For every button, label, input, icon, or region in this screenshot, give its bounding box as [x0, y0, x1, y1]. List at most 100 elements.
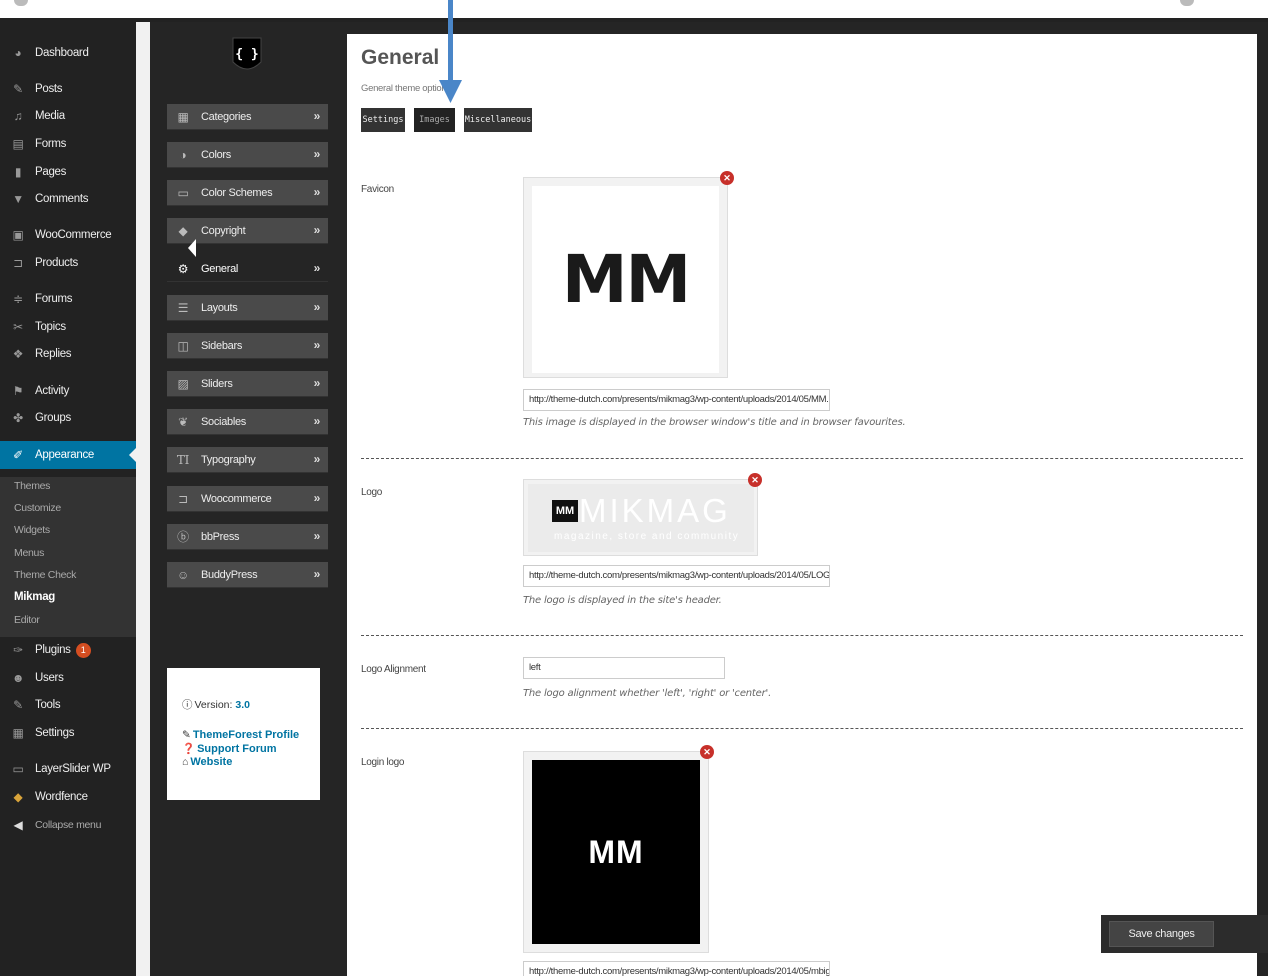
submenu-mikmag[interactable]: Mikmag	[14, 591, 55, 603]
logo-alignment-input[interactable]: left	[523, 657, 725, 679]
chevron-right-icon: »	[313, 147, 321, 161]
menu-item-posts[interactable]: ✎ Posts	[0, 77, 136, 101]
menu-item-woocommerce[interactable]: ▣ WooCommerce	[0, 223, 136, 247]
nav-categories[interactable]: ▦ Categories »	[167, 104, 328, 130]
forms-icon: ▤	[12, 137, 24, 151]
menu-item-plugins[interactable]: ✑ Plugins 1	[0, 638, 136, 662]
menu-item-wordfence[interactable]: ◆ Wordfence	[0, 785, 136, 809]
login-logo-label: Login logo	[361, 757, 405, 768]
menu-item-groups[interactable]: ✤ Groups	[0, 406, 136, 430]
forums-icon: ≑	[13, 292, 23, 306]
logo-remove-icon[interactable]: ✕	[748, 473, 762, 487]
menu-item-dashboard[interactable]: ◕ Dashboard	[0, 41, 136, 65]
logo-image: MM MIKMAG magazine, store and community	[528, 484, 754, 552]
menu-item-layerslider[interactable]: ▭ LayerSlider WP	[0, 757, 136, 781]
nav-sliders[interactable]: ▨ Sliders »	[167, 371, 328, 397]
wrench-icon: ✎	[13, 698, 23, 712]
twitter-icon: ❦	[178, 414, 188, 429]
pages-icon: ▮	[14, 165, 22, 179]
tab-miscellaneous[interactable]: Miscellaneous	[464, 108, 532, 132]
menu-item-products[interactable]: ⊐ Products	[0, 251, 136, 275]
comments-icon: ▼	[12, 192, 24, 206]
contrast-icon: ◑	[179, 147, 187, 162]
login-logo-url-input[interactable]: http://theme-dutch.com/presents/mikmag3/…	[523, 961, 830, 976]
cart-icon: ⊐	[178, 491, 188, 506]
submenu-menus[interactable]: Menus	[14, 547, 44, 559]
login-logo-remove-icon[interactable]: ✕	[700, 745, 714, 759]
page-title: General	[361, 46, 440, 69]
menu-item-appearance[interactable]: ✐ Appearance	[0, 441, 136, 469]
chevron-right-icon: »	[313, 529, 321, 543]
options-main-panel: General General theme options Settings I…	[344, 22, 1268, 976]
favicon-remove-icon[interactable]: ✕	[720, 171, 734, 185]
support-forum-link[interactable]: Support Forum	[197, 743, 276, 755]
chevron-right-icon: »	[313, 223, 321, 237]
svg-text:{ }: { }	[235, 47, 258, 62]
logo-label: Logo	[361, 487, 383, 498]
bbpress-icon: ⓑ	[177, 530, 189, 544]
nav-woocommerce[interactable]: ⊐ Woocommerce »	[167, 486, 328, 512]
submenu-customize[interactable]: Customize	[14, 502, 61, 514]
menu-item-users[interactable]: ☻ Users	[0, 666, 136, 690]
collapse-icon: ◀	[13, 818, 23, 832]
list-icon: ☰	[177, 300, 189, 315]
pin-icon: ✎	[13, 82, 23, 96]
menu-item-forms[interactable]: ▤ Forms	[0, 132, 136, 156]
save-changes-button[interactable]: Save changes	[1109, 921, 1214, 947]
logo-url-input[interactable]: http://theme-dutch.com/presents/mikmag3/…	[523, 565, 830, 587]
nav-layouts[interactable]: ☰ Layouts »	[167, 295, 328, 321]
annotation-arrow	[439, 0, 462, 103]
submenu-themes[interactable]: Themes	[14, 480, 50, 492]
menu-item-comments[interactable]: ▼ Comments	[0, 187, 136, 211]
version-info: ⓘ Version: 3.0	[182, 698, 250, 712]
menu-item-topics[interactable]: ✂ Topics	[0, 315, 136, 339]
menu-item-tools[interactable]: ✎ Tools	[0, 693, 136, 717]
submenu-widgets[interactable]: Widgets	[14, 524, 50, 536]
dashboard-icon: ◕	[14, 46, 22, 60]
favicon-image: MM	[532, 186, 719, 373]
cogs-icon: ⚙	[177, 261, 189, 276]
nav-colors[interactable]: ◑ Colors »	[167, 142, 328, 168]
nav-bbpress[interactable]: ⓑ bbPress »	[167, 524, 328, 550]
menu-item-media[interactable]: ♫ Media	[0, 104, 136, 128]
buddypress-icon: ☺	[177, 567, 189, 582]
tab-images[interactable]: Images	[414, 108, 455, 132]
favicon-url-input[interactable]: http://theme-dutch.com/presents/mikmag3/…	[523, 389, 830, 411]
nav-typography[interactable]: TI Typography »	[167, 447, 328, 473]
menu-item-replies[interactable]: ❖ Replies	[0, 342, 136, 366]
nav-color-schemes[interactable]: ▭ Color Schemes »	[167, 180, 328, 206]
chevron-right-icon: »	[313, 491, 321, 505]
tab-settings[interactable]: Settings	[361, 108, 405, 132]
submenu-theme-check[interactable]: Theme Check	[14, 569, 76, 581]
website-link[interactable]: Website	[190, 756, 232, 768]
menu-item-pages[interactable]: ▮ Pages	[0, 160, 136, 184]
brush-icon: ✐	[13, 448, 23, 462]
login-logo-image: MM	[532, 760, 700, 944]
menu-item-forums[interactable]: ≑ Forums	[0, 287, 136, 311]
menu-item-activity[interactable]: ⚑ Activity	[0, 379, 136, 403]
favicon-help-text: This image is displayed in the browser w…	[523, 417, 906, 428]
grid-icon: ▦	[177, 109, 189, 124]
activity-icon: ⚑	[12, 384, 24, 398]
logo-preview: MM MIKMAG magazine, store and community	[523, 479, 758, 556]
cart-icon: ⊐	[13, 256, 23, 270]
account-avatar-icon[interactable]	[1180, 0, 1194, 6]
wordfence-icon: ◆	[13, 790, 23, 804]
nav-sociables[interactable]: ❦ Sociables »	[167, 409, 328, 435]
settings-icon: ▦	[12, 726, 24, 740]
topics-icon: ✂	[13, 320, 23, 334]
chevron-right-icon: »	[313, 414, 321, 428]
text-icon: TI	[176, 452, 190, 467]
themeforest-profile-link[interactable]: ThemeForest Profile	[193, 729, 299, 741]
menu-item-settings[interactable]: ▦ Settings	[0, 721, 136, 745]
nav-general[interactable]: ⚙ General »	[167, 256, 328, 282]
submenu-editor[interactable]: Editor	[14, 614, 40, 626]
groups-icon: ✤	[13, 411, 23, 425]
nav-sidebars[interactable]: ◫ Sidebars »	[167, 333, 328, 359]
menu-item-collapse[interactable]: ◀ Collapse menu	[0, 813, 136, 837]
admin-top-bar	[0, 0, 1268, 22]
nav-buddypress[interactable]: ☺ BuddyPress »	[167, 562, 328, 588]
columns-icon: ◫	[177, 338, 189, 353]
woocommerce-icon: ▣	[12, 228, 24, 242]
wp-logo-icon[interactable]	[14, 0, 28, 6]
